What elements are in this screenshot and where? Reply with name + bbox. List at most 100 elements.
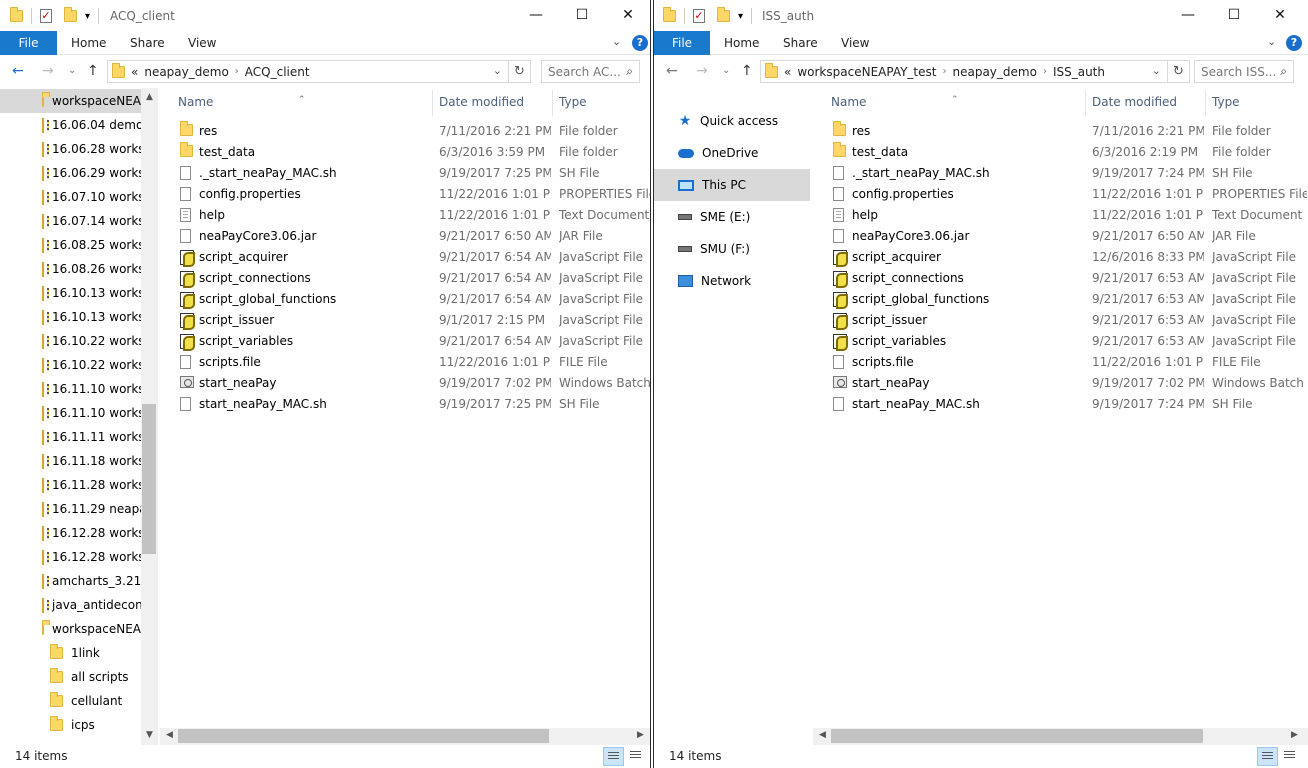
expand-ribbon-icon[interactable]: ⌄ [1267,35,1276,48]
large-icons-view-button[interactable] [1280,747,1301,766]
refresh-button[interactable]: ↻ [509,60,531,83]
scrollbar-thumb[interactable] [142,404,156,554]
details-view-button[interactable] [1257,747,1278,766]
properties-icon[interactable]: ✓ [693,9,705,23]
nav-item[interactable]: 16.11.28 works [0,473,141,497]
scrollbar-thumb[interactable] [178,729,549,743]
nav-item[interactable]: 16.10.22 works [0,353,141,377]
file-row[interactable]: neaPayCore3.06.jar 9/21/2017 6:50 AM JAR F… [160,226,650,247]
nav-item[interactable]: 16.10.13 works [0,305,141,329]
scroll-left-icon[interactable]: ◀ [819,730,826,740]
nav-item[interactable]: 16.11.10 works [0,377,141,401]
column-divider[interactable] [1205,90,1206,116]
nav-item[interactable]: This PC [654,169,810,201]
nav-item[interactable]: 16.08.26 works [0,257,141,281]
column-divider[interactable] [552,90,553,116]
forward-arrow-icon[interactable]: → [696,63,708,79]
chevron-right-icon[interactable]: › [942,66,946,77]
nav-item[interactable]: 16.12.28 works [0,521,141,545]
address-bar[interactable]: « workspaceNEAPAY_test › neapay_demo › I… [760,60,1168,83]
nav-item[interactable]: all scripts [0,665,141,689]
file-row[interactable]: ._start_neaPay_MAC.sh 9/19/2017 7:25 PM SH… [160,163,650,184]
column-type[interactable]: Type [1212,95,1240,109]
maximize-button[interactable]: ☐ [559,0,605,31]
scrollbar-thumb[interactable] [831,729,1203,743]
search-input[interactable]: Search ISS... ⌕ [1194,60,1294,83]
file-row[interactable]: help 11/22/2016 1:01 PM Text Document [813,205,1308,226]
nav-item[interactable]: 16.08.25 works [0,233,141,257]
nav-item[interactable]: workspaceNEA [0,617,141,641]
nav-item[interactable]: 16.11.11 works [0,425,141,449]
breadcrumb-workspace[interactable]: workspaceNEAPAY_test [797,65,936,79]
help-icon[interactable]: ? [632,35,648,51]
scroll-up-icon[interactable]: ▲ [141,92,158,102]
column-divider[interactable] [432,90,433,116]
breadcrumb-neapay-demo[interactable]: neapay_demo [952,65,1036,79]
expand-ribbon-icon[interactable]: ⌄ [612,35,621,48]
column-name[interactable]: Name [178,95,213,109]
file-row[interactable]: script_issuer 9/1/2017 2:15 PM JavaScript … [160,310,650,331]
back-arrow-icon[interactable]: ← [12,63,24,79]
navigation-scrollbar[interactable]: ▲ ▼ [141,88,158,745]
scroll-down-icon[interactable]: ▼ [141,730,158,740]
nav-item[interactable]: java_antidecon [0,593,141,617]
file-row[interactable]: script_connections 9/21/2017 6:53 AM JavaS… [813,268,1308,289]
file-row[interactable]: scripts.file 11/22/2016 1:01 PM FILE File [160,352,650,373]
nav-item[interactable]: icps [0,713,141,737]
refresh-button[interactable]: ↻ [1168,60,1190,83]
recent-locations-icon[interactable]: ⌄ [68,65,76,76]
column-divider[interactable] [1085,90,1086,116]
horizontal-scrollbar[interactable]: ◀ ▶ [160,728,650,745]
new-folder-icon[interactable] [717,7,730,22]
back-arrow-icon[interactable]: ← [666,63,678,79]
chevron-down-icon[interactable]: ⌄ [493,64,502,77]
customize-toolbar-icon[interactable]: ▾ [738,11,743,22]
chevron-right-icon[interactable]: › [1043,66,1047,77]
up-arrow-icon[interactable]: ↑ [87,63,99,79]
file-row[interactable]: test_data 6/3/2016 3:59 PM File folder [160,142,650,163]
tab-home[interactable]: Home [724,31,759,55]
tab-file[interactable]: File [654,31,710,55]
tab-view[interactable]: View [188,31,216,55]
file-row[interactable]: script_global_functions 9/21/2017 6:54 AM… [160,289,650,310]
nav-item[interactable]: 16.06.29 works [0,161,141,185]
column-name[interactable]: Name [831,95,866,109]
nav-item[interactable]: OneDrive [654,137,810,169]
large-icons-view-button[interactable] [626,747,647,766]
nav-item[interactable]: 16.10.22 works [0,329,141,353]
file-row[interactable]: script_acquirer 9/21/2017 6:54 AM JavaScri… [160,247,650,268]
nav-item[interactable]: SMU (F:) [654,233,810,265]
file-row[interactable]: script_global_functions 9/21/2017 6:53 AM… [813,289,1308,310]
breadcrumb-overflow[interactable]: « [131,65,138,79]
nav-item[interactable]: 16.12.28 works [0,545,141,569]
file-row[interactable]: script_acquirer 12/6/2016 8:33 PM JavaScri… [813,247,1308,268]
folder-icon[interactable] [10,7,23,22]
file-row[interactable]: script_variables 9/21/2017 6:54 AM JavaScr… [160,331,650,352]
tab-file[interactable]: File [0,31,57,55]
new-folder-icon[interactable] [64,7,77,22]
close-button[interactable]: ✕ [605,0,650,31]
file-row[interactable]: start_neaPay_MAC.sh 9/19/2017 7:25 PM SH F… [160,394,650,415]
horizontal-scrollbar[interactable]: ◀ ▶ [813,728,1308,745]
up-arrow-icon[interactable]: ↑ [741,63,753,79]
file-row[interactable]: help 11/22/2016 1:01 PM Text Document [160,205,650,226]
file-row[interactable]: test_data 6/3/2016 2:19 PM File folder [813,142,1308,163]
file-row[interactable]: res 7/11/2016 2:21 PM File folder [160,121,650,142]
chevron-right-icon[interactable]: › [235,66,239,77]
nav-item[interactable]: 1link [0,641,141,665]
nav-item[interactable]: 16.11.10 works [0,401,141,425]
file-row[interactable]: res 7/11/2016 2:21 PM File folder [813,121,1308,142]
file-row[interactable]: scripts.file 11/22/2016 1:01 PM FILE File [813,352,1308,373]
nav-item[interactable]: 16.06.04 demo_ [0,113,141,137]
chevron-down-icon[interactable]: ⌄ [1152,64,1161,77]
nav-item[interactable]: Network [654,265,810,297]
tab-view[interactable]: View [841,31,869,55]
column-date-modified[interactable]: Date modified [439,95,524,109]
address-bar[interactable]: « neapay_demo › ACQ_client ⌄ [107,60,509,83]
scroll-left-icon[interactable]: ◀ [166,730,173,740]
nav-item[interactable]: 16.10.13 works [0,281,141,305]
recent-locations-icon[interactable]: ⌄ [722,65,730,76]
file-row[interactable]: script_connections 9/21/2017 6:54 AM JavaS… [160,268,650,289]
file-row[interactable]: config.properties 11/22/2016 1:01 PM PROPE… [813,184,1308,205]
nav-item[interactable]: 16.11.29 neapa [0,497,141,521]
